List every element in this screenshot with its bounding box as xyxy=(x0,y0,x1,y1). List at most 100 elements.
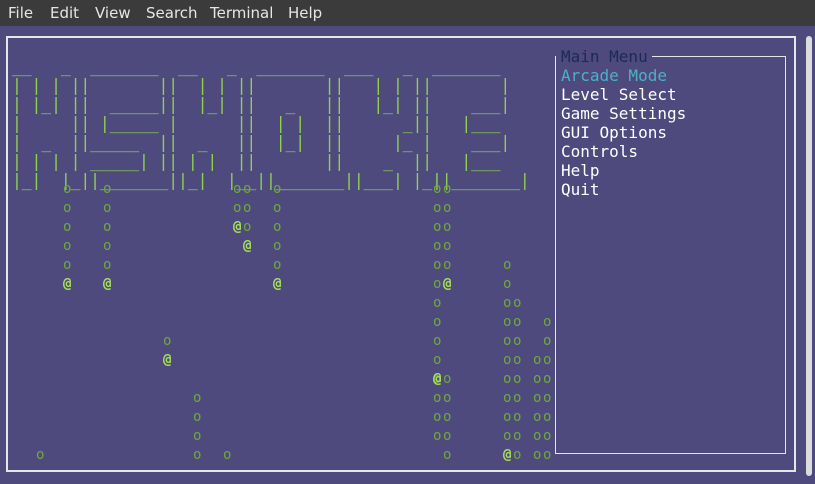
rain-trail-glyph: o xyxy=(533,409,542,425)
menu-view[interactable]: View xyxy=(95,4,131,22)
rain-trail-glyph: o xyxy=(63,200,72,216)
rain-trail-glyph: o xyxy=(103,219,112,235)
rain-trail-glyph: o xyxy=(433,409,442,425)
rain-trail-glyph: o xyxy=(443,390,452,406)
rain-trail-glyph: o xyxy=(443,200,452,216)
rain-trail-glyph: o xyxy=(63,181,72,197)
menu-box-top xyxy=(652,56,786,57)
menu-box-left xyxy=(555,56,556,454)
rain-trail-glyph: o xyxy=(193,409,202,425)
menu-edit[interactable]: Edit xyxy=(50,4,79,22)
rain-trail-glyph: o xyxy=(503,390,512,406)
menu-option-gui-options[interactable]: GUI Options xyxy=(561,123,667,142)
rain-trail-glyph: o xyxy=(543,371,552,387)
menu-bar: File Edit View Search Terminal Help xyxy=(0,0,815,26)
rain-trail-glyph: o xyxy=(513,409,522,425)
rain-head-glyph: @ xyxy=(243,238,252,254)
menu-option-level-select[interactable]: Level Select xyxy=(561,85,677,104)
menu-option-controls[interactable]: Controls xyxy=(561,142,638,161)
rain-trail-glyph: o xyxy=(533,352,542,368)
rain-trail-glyph: o xyxy=(443,257,452,273)
rain-trail-glyph: o xyxy=(193,390,202,406)
rain-trail-glyph: o xyxy=(503,352,512,368)
rain-trail-glyph: o xyxy=(103,257,112,273)
rain-trail-glyph: o xyxy=(513,314,522,330)
rain-trail-glyph: o xyxy=(443,181,452,197)
rain-trail-glyph: o xyxy=(513,333,522,349)
rain-head-glyph: @ xyxy=(503,447,512,463)
rain-trail-glyph: o xyxy=(233,181,242,197)
rain-trail-glyph: o xyxy=(433,219,442,235)
frame-top xyxy=(6,36,796,38)
rain-trail-glyph: o xyxy=(273,257,282,273)
rain-trail-glyph: o xyxy=(513,447,522,463)
game-logo-ascii: __ _ _______ __ _ _______ ___ _ _______ … xyxy=(12,57,530,190)
rain-trail-glyph: o xyxy=(103,238,112,254)
rain-trail-glyph: o xyxy=(273,238,282,254)
rain-trail-glyph: o xyxy=(433,314,442,330)
rain-head-glyph: @ xyxy=(163,352,172,368)
rain-trail-glyph: o xyxy=(503,371,512,387)
frame-right xyxy=(794,36,796,472)
rain-trail-glyph: o xyxy=(543,314,552,330)
rain-trail-glyph: o xyxy=(443,447,452,463)
rain-trail-glyph: o xyxy=(63,219,72,235)
rain-trail-glyph: o xyxy=(433,276,442,292)
rain-trail-glyph: o xyxy=(443,428,452,444)
rain-trail-glyph: o xyxy=(433,200,442,216)
rain-trail-glyph: o xyxy=(543,409,552,425)
frame-left xyxy=(6,36,8,472)
rain-trail-glyph: o xyxy=(513,428,522,444)
rain-trail-glyph: o xyxy=(233,200,242,216)
rain-trail-glyph: o xyxy=(533,447,542,463)
menu-option-help[interactable]: Help xyxy=(561,161,600,180)
rain-trail-glyph: o xyxy=(433,352,442,368)
rain-trail-glyph: o xyxy=(443,238,452,254)
rain-trail-glyph: o xyxy=(243,181,252,197)
rain-trail-glyph: o xyxy=(243,200,252,216)
rain-trail-glyph: o xyxy=(163,333,172,349)
rain-trail-glyph: o xyxy=(433,257,442,273)
rain-trail-glyph: o xyxy=(433,295,442,311)
rain-head-glyph: @ xyxy=(273,276,282,292)
menu-file[interactable]: File xyxy=(8,4,33,22)
rain-trail-glyph: o xyxy=(443,219,452,235)
rain-trail-glyph: o xyxy=(36,447,45,463)
menu-terminal[interactable]: Terminal xyxy=(210,4,273,22)
menu-search[interactable]: Search xyxy=(146,4,198,22)
rain-trail-glyph: o xyxy=(443,409,452,425)
rain-trail-glyph: o xyxy=(63,257,72,273)
rain-trail-glyph: o xyxy=(513,390,522,406)
rain-trail-glyph: o xyxy=(103,181,112,197)
menu-option-quit[interactable]: Quit xyxy=(561,180,600,199)
rain-trail-glyph: o xyxy=(63,238,72,254)
menu-option-arcade-mode[interactable]: Arcade Mode xyxy=(561,66,667,85)
rain-trail-glyph: o xyxy=(513,352,522,368)
rain-trail-glyph: o xyxy=(543,428,552,444)
frame-bottom xyxy=(6,470,796,472)
rain-trail-glyph: o xyxy=(503,276,512,292)
rain-head-glyph: @ xyxy=(63,276,72,292)
rain-head-glyph: @ xyxy=(443,276,452,292)
rain-head-glyph: @ xyxy=(103,276,112,292)
rain-trail-glyph: o xyxy=(503,333,512,349)
menu-help[interactable]: Help xyxy=(288,4,322,22)
rain-trail-glyph: o xyxy=(533,390,542,406)
rain-trail-glyph: o xyxy=(243,219,252,235)
menu-box-right xyxy=(785,56,786,454)
rain-head-glyph: @ xyxy=(233,219,242,235)
rain-trail-glyph: o xyxy=(433,390,442,406)
rain-trail-glyph: o xyxy=(503,409,512,425)
rain-trail-glyph: o xyxy=(513,371,522,387)
scrollbar-thumb[interactable] xyxy=(806,36,812,476)
rain-trail-glyph: o xyxy=(433,428,442,444)
rain-trail-glyph: o xyxy=(273,200,282,216)
menu-box-bottom xyxy=(555,453,786,454)
menu-option-game-settings[interactable]: Game Settings xyxy=(561,104,686,123)
rain-trail-glyph: o xyxy=(433,181,442,197)
rain-trail-glyph: o xyxy=(443,371,452,387)
rain-trail-glyph: o xyxy=(193,447,202,463)
rain-trail-glyph: o xyxy=(433,238,442,254)
rain-trail-glyph: o xyxy=(223,447,232,463)
rain-trail-glyph: o xyxy=(543,447,552,463)
